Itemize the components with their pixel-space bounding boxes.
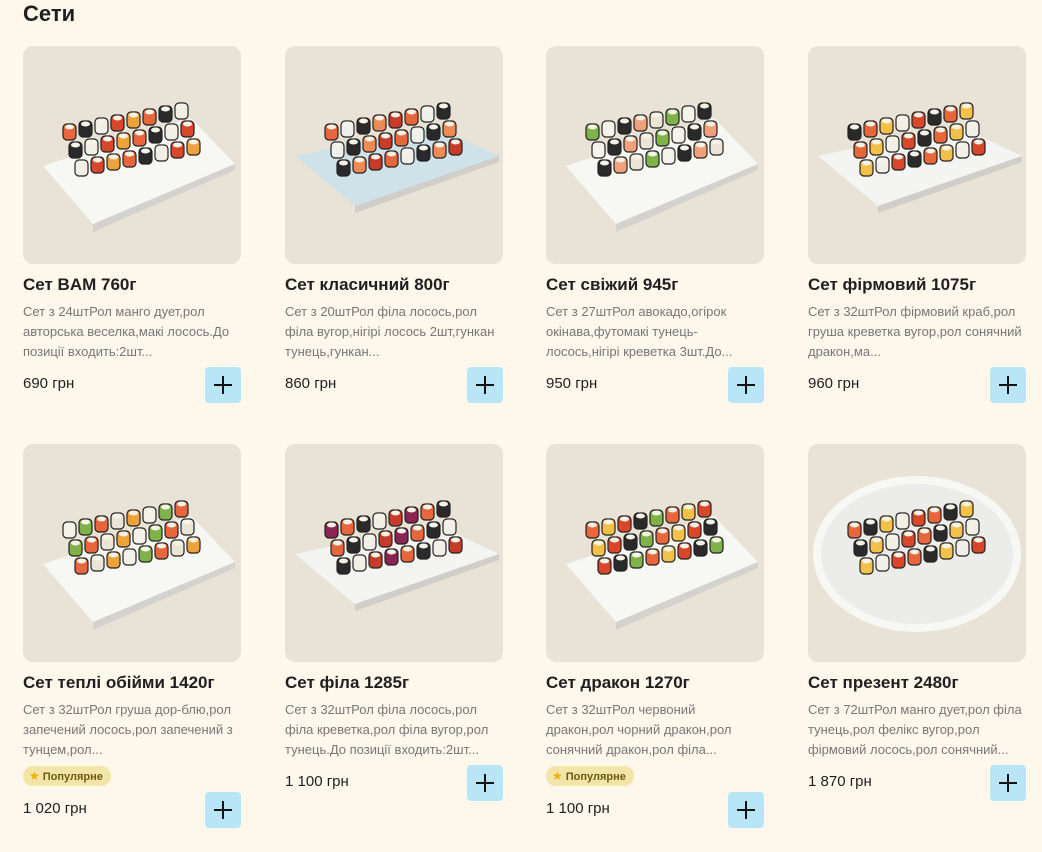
plus-icon: [476, 376, 494, 394]
add-to-cart-button[interactable]: [990, 765, 1026, 801]
star-icon: ★: [552, 769, 563, 783]
popular-badge: ★ Популярне: [546, 766, 634, 786]
plus-icon: [214, 801, 232, 819]
product-card[interactable]: Сет свіжий 945г Сет з 27штРол авокадо,огі…: [546, 46, 764, 403]
product-name[interactable]: Сет дракон 1270г: [546, 672, 690, 694]
product-card[interactable]: Сет презент 2480г Сет з 72штРол манго дуе…: [808, 444, 1026, 801]
product-card[interactable]: Сет філа 1285г Сет з 32штРол філа лосось,…: [285, 444, 503, 801]
add-to-cart-button[interactable]: [467, 367, 503, 403]
product-price: 860 грн: [285, 375, 337, 392]
product-name[interactable]: Сет класичний 800г: [285, 274, 450, 296]
product-name[interactable]: Сет свіжий 945г: [546, 274, 678, 296]
product-price: 1 100 грн: [546, 800, 610, 817]
product-description: Сет з 24штРол манго дует,рол авторська в…: [23, 304, 230, 359]
add-to-cart-button[interactable]: [205, 792, 241, 828]
product-price: 1 100 грн: [285, 773, 349, 790]
product-photo[interactable]: [23, 46, 241, 264]
plus-icon: [737, 376, 755, 394]
popular-badge: ★ Популярне: [23, 766, 111, 786]
product-photo[interactable]: [285, 46, 503, 264]
product-name[interactable]: Сет фірмовий 1075г: [808, 274, 976, 296]
product-card[interactable]: Сет фірмовий 1075г Сет з 32штРол фірмовий…: [808, 46, 1026, 403]
add-to-cart-button[interactable]: [467, 765, 503, 801]
product-photo[interactable]: [808, 46, 1026, 264]
add-to-cart-button[interactable]: [728, 367, 764, 403]
product-name[interactable]: Сет BAM 760г: [23, 274, 136, 296]
plus-icon: [476, 774, 494, 792]
product-name[interactable]: Сет теплі обійми 1420г: [23, 672, 215, 694]
product-card[interactable]: Сет дракон 1270г Сет з 32штРол червоний д…: [546, 444, 764, 828]
product-name[interactable]: Сет презент 2480г: [808, 672, 959, 694]
product-price: 1 870 грн: [808, 773, 872, 790]
plus-icon: [999, 376, 1017, 394]
product-price: 1 020 грн: [23, 800, 87, 817]
product-description: Сет з 20штРол філа лосось,рол філа вугор…: [285, 304, 495, 359]
add-to-cart-button[interactable]: [990, 367, 1026, 403]
star-icon: ★: [29, 769, 40, 783]
product-card[interactable]: Сет теплі обійми 1420г Сет з 32штРол груш…: [23, 444, 241, 828]
product-price: 950 грн: [546, 375, 598, 392]
product-price: 960 грн: [808, 375, 860, 392]
product-description: Сет з 32штРол груша дор-блю,рол запечени…: [23, 702, 233, 757]
product-card[interactable]: Сет класичний 800г Сет з 20штРол філа лос…: [285, 46, 503, 403]
badge-label: Популярне: [42, 771, 103, 783]
product-name[interactable]: Сет філа 1285г: [285, 672, 409, 694]
product-card[interactable]: Сет BAM 760г Сет з 24штРол манго дует,рол…: [23, 46, 241, 403]
product-price: 690 грн: [23, 375, 75, 392]
product-description: Сет з 27штРол авокадо,огірок окінава,фут…: [546, 304, 733, 359]
product-description: Сет з 72штРол манго дует,рол філа тунець…: [808, 702, 1022, 757]
plus-icon: [999, 774, 1017, 792]
add-to-cart-button[interactable]: [728, 792, 764, 828]
product-description: Сет з 32штРол червоний дракон,рол чорний…: [546, 702, 732, 757]
product-photo[interactable]: [546, 444, 764, 662]
section-title: Сети: [23, 1, 76, 26]
product-photo[interactable]: [808, 444, 1026, 662]
product-photo[interactable]: [546, 46, 764, 264]
plus-icon: [737, 801, 755, 819]
product-photo[interactable]: [23, 444, 241, 662]
badge-label: Популярне: [565, 771, 626, 783]
add-to-cart-button[interactable]: [205, 367, 241, 403]
product-description: Сет з 32штРол фірмовий краб,рол груша кр…: [808, 304, 1022, 359]
product-photo[interactable]: [285, 444, 503, 662]
product-description: Сет з 32штРол філа лосось,рол філа креве…: [285, 702, 489, 757]
plus-icon: [214, 376, 232, 394]
